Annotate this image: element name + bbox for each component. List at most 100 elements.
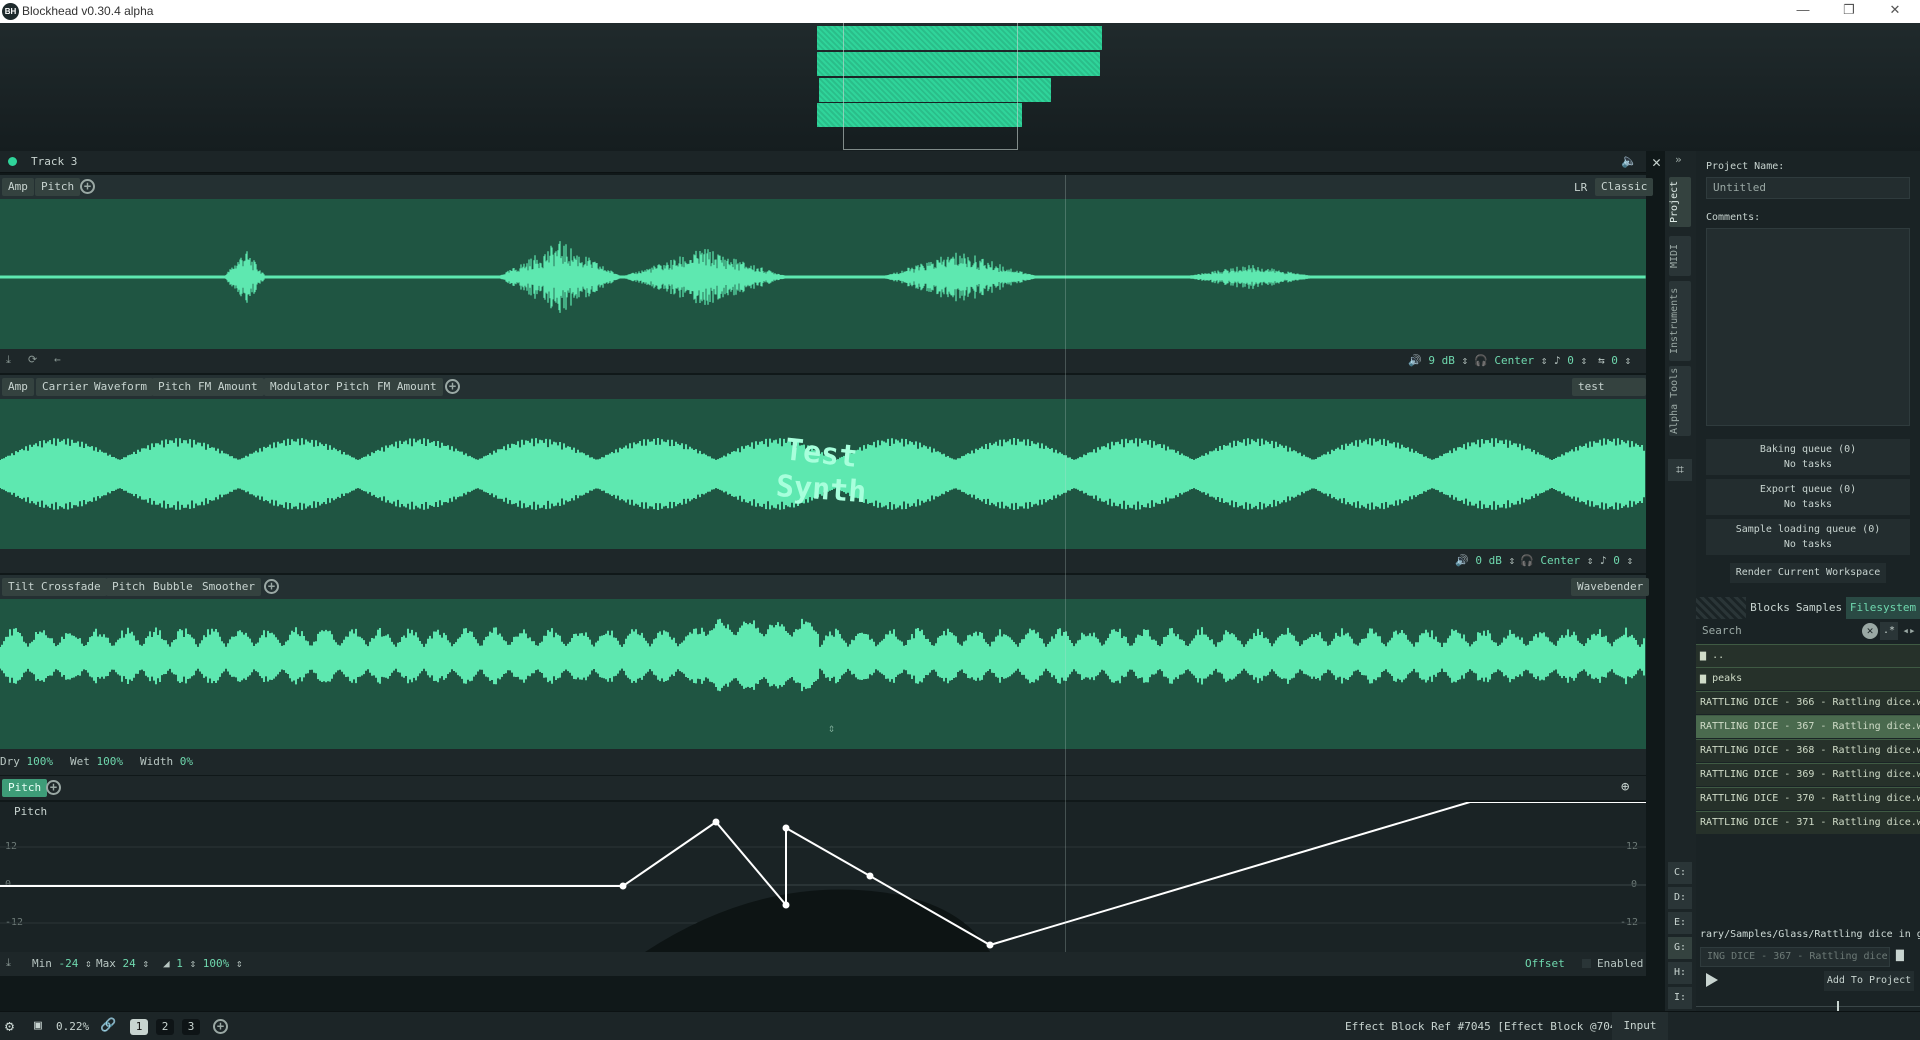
- comments-textarea[interactable]: [1706, 228, 1910, 426]
- download-icon[interactable]: ⤓: [6, 956, 11, 970]
- tab-midi[interactable]: MIDI: [1669, 236, 1691, 276]
- lane3-chip-bubble[interactable]: Bubble: [147, 578, 199, 596]
- file-row[interactable]: RATTLING DICE - 370 - Rattling dice.wav: [1696, 787, 1920, 810]
- globe-icon[interactable]: ⊕: [1621, 779, 1629, 795]
- max-value[interactable]: 24: [123, 957, 136, 970]
- wet-control[interactable]: Wet 100%: [70, 755, 123, 768]
- lane3-chip-crossfade[interactable]: Crossfade: [35, 578, 107, 596]
- track-name[interactable]: Track 3: [31, 155, 77, 168]
- lane2-chip-carrier[interactable]: Carrier: [36, 378, 95, 396]
- dry-control[interactable]: Dry 100%: [0, 755, 53, 768]
- file-row-selected[interactable]: RATTLING DICE - 367 - Rattling dice.wav: [1696, 715, 1920, 738]
- tab-instruments[interactable]: Instruments: [1669, 281, 1691, 361]
- lane3-chip-pitch[interactable]: Pitch: [106, 578, 152, 596]
- link-icon[interactable]: 🔗: [100, 1018, 116, 1033]
- browse-arrows-icon[interactable]: ◂▸: [1900, 622, 1918, 640]
- add-workspace-icon[interactable]: +: [213, 1019, 228, 1034]
- settings-gear-icon[interactable]: ⚙: [5, 1017, 14, 1035]
- restore-icon[interactable]: ❐: [1826, 2, 1872, 21]
- min-control[interactable]: Min -24 ⇕: [32, 957, 92, 970]
- track-header[interactable]: Track 3 🔈: [0, 151, 1646, 173]
- tab-alpha-tools[interactable]: Alpha Tools: [1669, 366, 1691, 436]
- lane2-volume-value[interactable]: 0 dB: [1475, 554, 1502, 567]
- lane2-pitch-control[interactable]: ♪ 0 ⇕: [1600, 554, 1633, 567]
- envelope-point[interactable]: [712, 818, 720, 826]
- lane1-offset-value[interactable]: 0: [1611, 354, 1618, 367]
- workspace-page-1[interactable]: 1: [130, 1019, 148, 1035]
- add-envelope-icon[interactable]: +: [46, 780, 61, 795]
- step-value[interactable]: 1: [176, 957, 183, 970]
- folder-row[interactable]: ▆ ..: [1696, 644, 1920, 667]
- width-control[interactable]: Width 0%: [140, 755, 193, 768]
- preview-timeline[interactable]: [1696, 1006, 1920, 1007]
- lane1-waveform[interactable]: [0, 199, 1646, 349]
- file-row[interactable]: RATTLING DICE - 369 - Rattling dice.wav: [1696, 763, 1920, 786]
- lane1-pan-control[interactable]: 🎧 Center ⇕: [1474, 354, 1547, 367]
- lane3-block-name-chip[interactable]: Wavebender: [1571, 578, 1650, 596]
- selected-file-field[interactable]: ING DICE - 367 - Rattling dice.wav: [1700, 947, 1890, 967]
- lane2-chip-mod-pitch[interactable]: Pitch: [330, 378, 376, 396]
- play-preview-icon[interactable]: [1706, 973, 1718, 987]
- drive-i-button[interactable]: I:: [1668, 987, 1692, 1009]
- lane2-block-name-chip[interactable]: test synth: [1572, 378, 1646, 411]
- envelope-point[interactable]: [986, 941, 994, 949]
- grid-tool-icon[interactable]: ⌗: [1668, 459, 1692, 481]
- offset-toggle[interactable]: Offset: [1525, 957, 1565, 970]
- lane1-pitch-value[interactable]: 0: [1567, 354, 1574, 367]
- file-row[interactable]: RATTLING DICE - 366 - Rattling dice.wav: [1696, 691, 1920, 714]
- resize-handle-icon[interactable]: ⇕: [828, 721, 835, 735]
- step-control[interactable]: ◢ 1 ⇕ 100% ⇕: [163, 957, 243, 970]
- lane1-volume-value[interactable]: 9 dB: [1428, 354, 1455, 367]
- collapse-panel-icon[interactable]: »: [1675, 153, 1682, 166]
- folder-row[interactable]: ▆ peaks: [1696, 667, 1920, 690]
- lane3-chip-smoother[interactable]: Smoother: [196, 578, 261, 596]
- add-to-project-button[interactable]: Add To Project: [1824, 971, 1914, 991]
- tab-project[interactable]: Project: [1669, 177, 1691, 227]
- download-icon[interactable]: ⤓: [6, 353, 11, 367]
- lane3-waveform[interactable]: ⇕: [0, 599, 1646, 749]
- lane2-chip-mod-fm-amount[interactable]: FM Amount: [371, 378, 443, 396]
- mute-speaker-icon[interactable]: 🔈: [1621, 154, 1637, 169]
- regex-toggle-icon[interactable]: .*: [1880, 622, 1898, 640]
- workspace-page-3[interactable]: 3: [182, 1019, 200, 1035]
- envelope-point[interactable]: [782, 824, 790, 832]
- lane1-offset-control[interactable]: ⇆ 0 ⇕: [1598, 354, 1631, 367]
- close-track-icon[interactable]: ✕: [1648, 151, 1665, 173]
- close-window-icon[interactable]: ✕: [1872, 2, 1918, 21]
- project-name-input[interactable]: Untitled: [1706, 177, 1910, 199]
- envelope-point[interactable]: [782, 901, 790, 909]
- lane2-pitch-value[interactable]: 0: [1613, 554, 1620, 567]
- overview-viewport[interactable]: [843, 23, 1018, 150]
- clear-search-icon[interactable]: ✕: [1862, 623, 1878, 639]
- workspace-overview[interactable]: [0, 23, 1920, 151]
- drive-d-button[interactable]: D:: [1668, 887, 1692, 909]
- open-folder-icon[interactable]: ▆: [1896, 947, 1904, 962]
- drive-g-button[interactable]: G:: [1668, 937, 1692, 959]
- playhead[interactable]: [1065, 175, 1066, 952]
- lane2-chip-waveform[interactable]: Waveform: [88, 378, 153, 396]
- track-active-indicator[interactable]: [8, 157, 17, 166]
- lane1-mode-chip[interactable]: Classic: [1595, 178, 1654, 196]
- lane1-pan-value[interactable]: Center: [1494, 354, 1534, 367]
- lane1-channel-label[interactable]: LR: [1574, 181, 1587, 194]
- lane1-pitch-control[interactable]: ♪ 0 ⇕: [1554, 354, 1587, 367]
- lane2-chip-pitch[interactable]: Pitch: [152, 378, 198, 396]
- min-value[interactable]: -24: [59, 957, 79, 970]
- drive-e-button[interactable]: E:: [1668, 912, 1692, 934]
- lane2-chip-amp[interactable]: Amp: [2, 378, 34, 396]
- file-row[interactable]: RATTLING DICE - 371 - Rattling dice.wav: [1696, 811, 1920, 834]
- envelope-chip-pitch[interactable]: Pitch: [2, 779, 48, 797]
- lane2-pan-control[interactable]: 🎧 Center ⇕: [1520, 554, 1593, 567]
- loop-icon[interactable]: ⟳: [28, 353, 37, 366]
- lane1-volume-control[interactable]: 🔊 9 dB ⇕: [1408, 354, 1468, 367]
- tab-blocks[interactable]: Blocks: [1748, 597, 1792, 619]
- max-control[interactable]: Max 24 ⇕: [96, 957, 149, 970]
- add-manipulator-icon[interactable]: +: [80, 179, 95, 194]
- render-workspace-button[interactable]: Render Current Workspace: [1730, 563, 1886, 583]
- envelope-editor[interactable]: Pitch 12 0 -12 12 0 -12: [0, 801, 1646, 952]
- percent-value[interactable]: 100%: [203, 957, 230, 970]
- lane2-chip-modulator[interactable]: Modulator: [264, 378, 336, 396]
- lane2-chip-fm-amount[interactable]: FM Amount: [192, 378, 264, 396]
- dry-value[interactable]: 100%: [27, 755, 54, 768]
- drive-h-button[interactable]: H:: [1668, 962, 1692, 984]
